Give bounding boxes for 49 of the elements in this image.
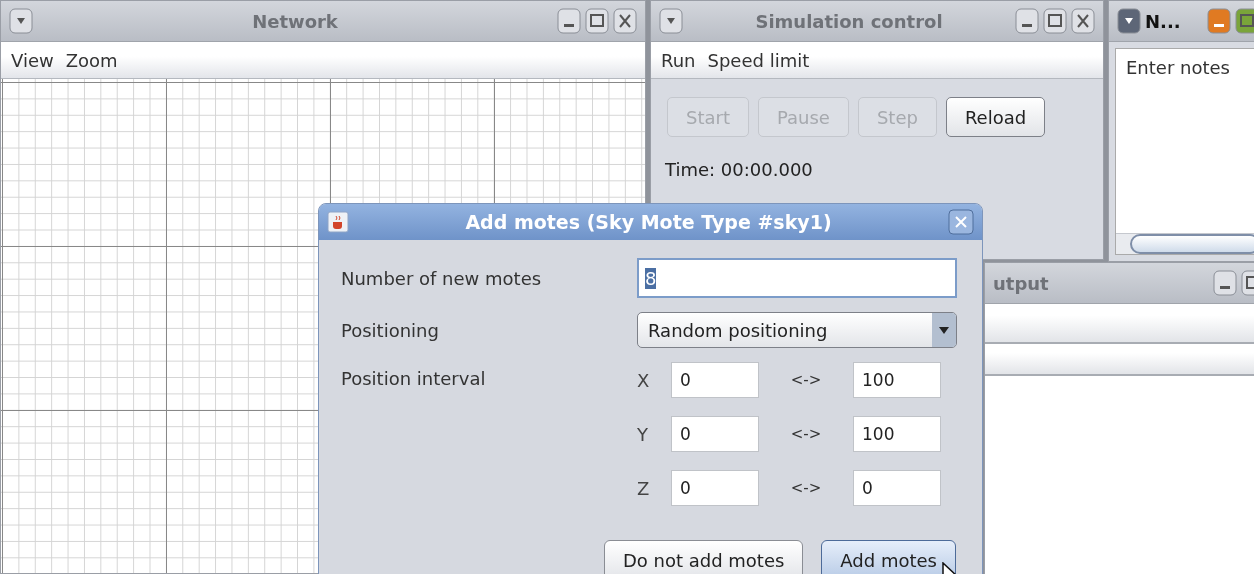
notes-placeholder: Enter notes (1125, 56, 1231, 80)
window-title: Simulation control (754, 10, 944, 32)
dialog-button[interactable]: Add motes (821, 540, 956, 574)
close-icon[interactable] (1071, 8, 1095, 34)
caret-icon[interactable] (659, 8, 683, 34)
axis-label: Y (637, 423, 649, 445)
max-field[interactable]: 100 (853, 416, 941, 452)
window-title: Network (251, 10, 339, 32)
window-title: utput (993, 272, 1050, 294)
maximize-icon[interactable] (585, 8, 609, 34)
positioning-dropdown[interactable]: Random positioning (637, 312, 957, 348)
scrollbar[interactable] (1116, 233, 1254, 254)
time-label: Time: 00:00.000 (664, 158, 814, 182)
min-field[interactable]: 0 (671, 362, 759, 398)
minimize-icon[interactable] (557, 8, 581, 34)
range-separator: <-> (789, 479, 823, 497)
axis-label: Z (637, 477, 651, 499)
field-label: Number of new motes (341, 267, 543, 289)
menu-item[interactable]: View (11, 49, 54, 71)
dialog-title: Add motes (Sky Mote Type #sky1) (464, 211, 833, 233)
control-button[interactable]: Reload (945, 97, 1046, 137)
notes-field[interactable]: Enter notes (1115, 48, 1254, 255)
max-field[interactable]: 100 (853, 362, 941, 398)
maximize-icon[interactable] (1235, 8, 1254, 34)
close-icon[interactable] (948, 209, 974, 235)
maximize-icon[interactable] (1043, 8, 1067, 34)
close-icon[interactable] (613, 8, 637, 34)
axis-label: X (637, 369, 651, 391)
menu-item[interactable]: Speed limit (707, 49, 810, 71)
menu-item[interactable]: Run (661, 49, 696, 71)
range-separator: <-> (789, 425, 823, 443)
window-title: N... (1145, 10, 1182, 32)
field-value: 8 (645, 267, 657, 289)
min-field[interactable]: 0 (671, 416, 759, 452)
minimize-icon[interactable] (1015, 8, 1039, 34)
menu-item[interactable]: Zoom (65, 49, 118, 71)
range-separator: <-> (789, 371, 823, 389)
cup-icon (327, 211, 349, 233)
max-field[interactable]: 0 (853, 470, 941, 506)
caret-icon (932, 313, 956, 347)
field-label: Positioning (341, 319, 440, 341)
min-field[interactable]: 0 (671, 470, 759, 506)
minimize-icon[interactable] (1207, 8, 1231, 34)
dialog-button[interactable]: Do not add motes (603, 540, 804, 574)
caret-icon[interactable] (1117, 8, 1141, 34)
number-field[interactable]: 8 (637, 258, 957, 298)
field-label: Position interval (341, 367, 487, 389)
caret-icon[interactable] (9, 8, 33, 34)
minimize-icon[interactable] (1213, 270, 1237, 296)
